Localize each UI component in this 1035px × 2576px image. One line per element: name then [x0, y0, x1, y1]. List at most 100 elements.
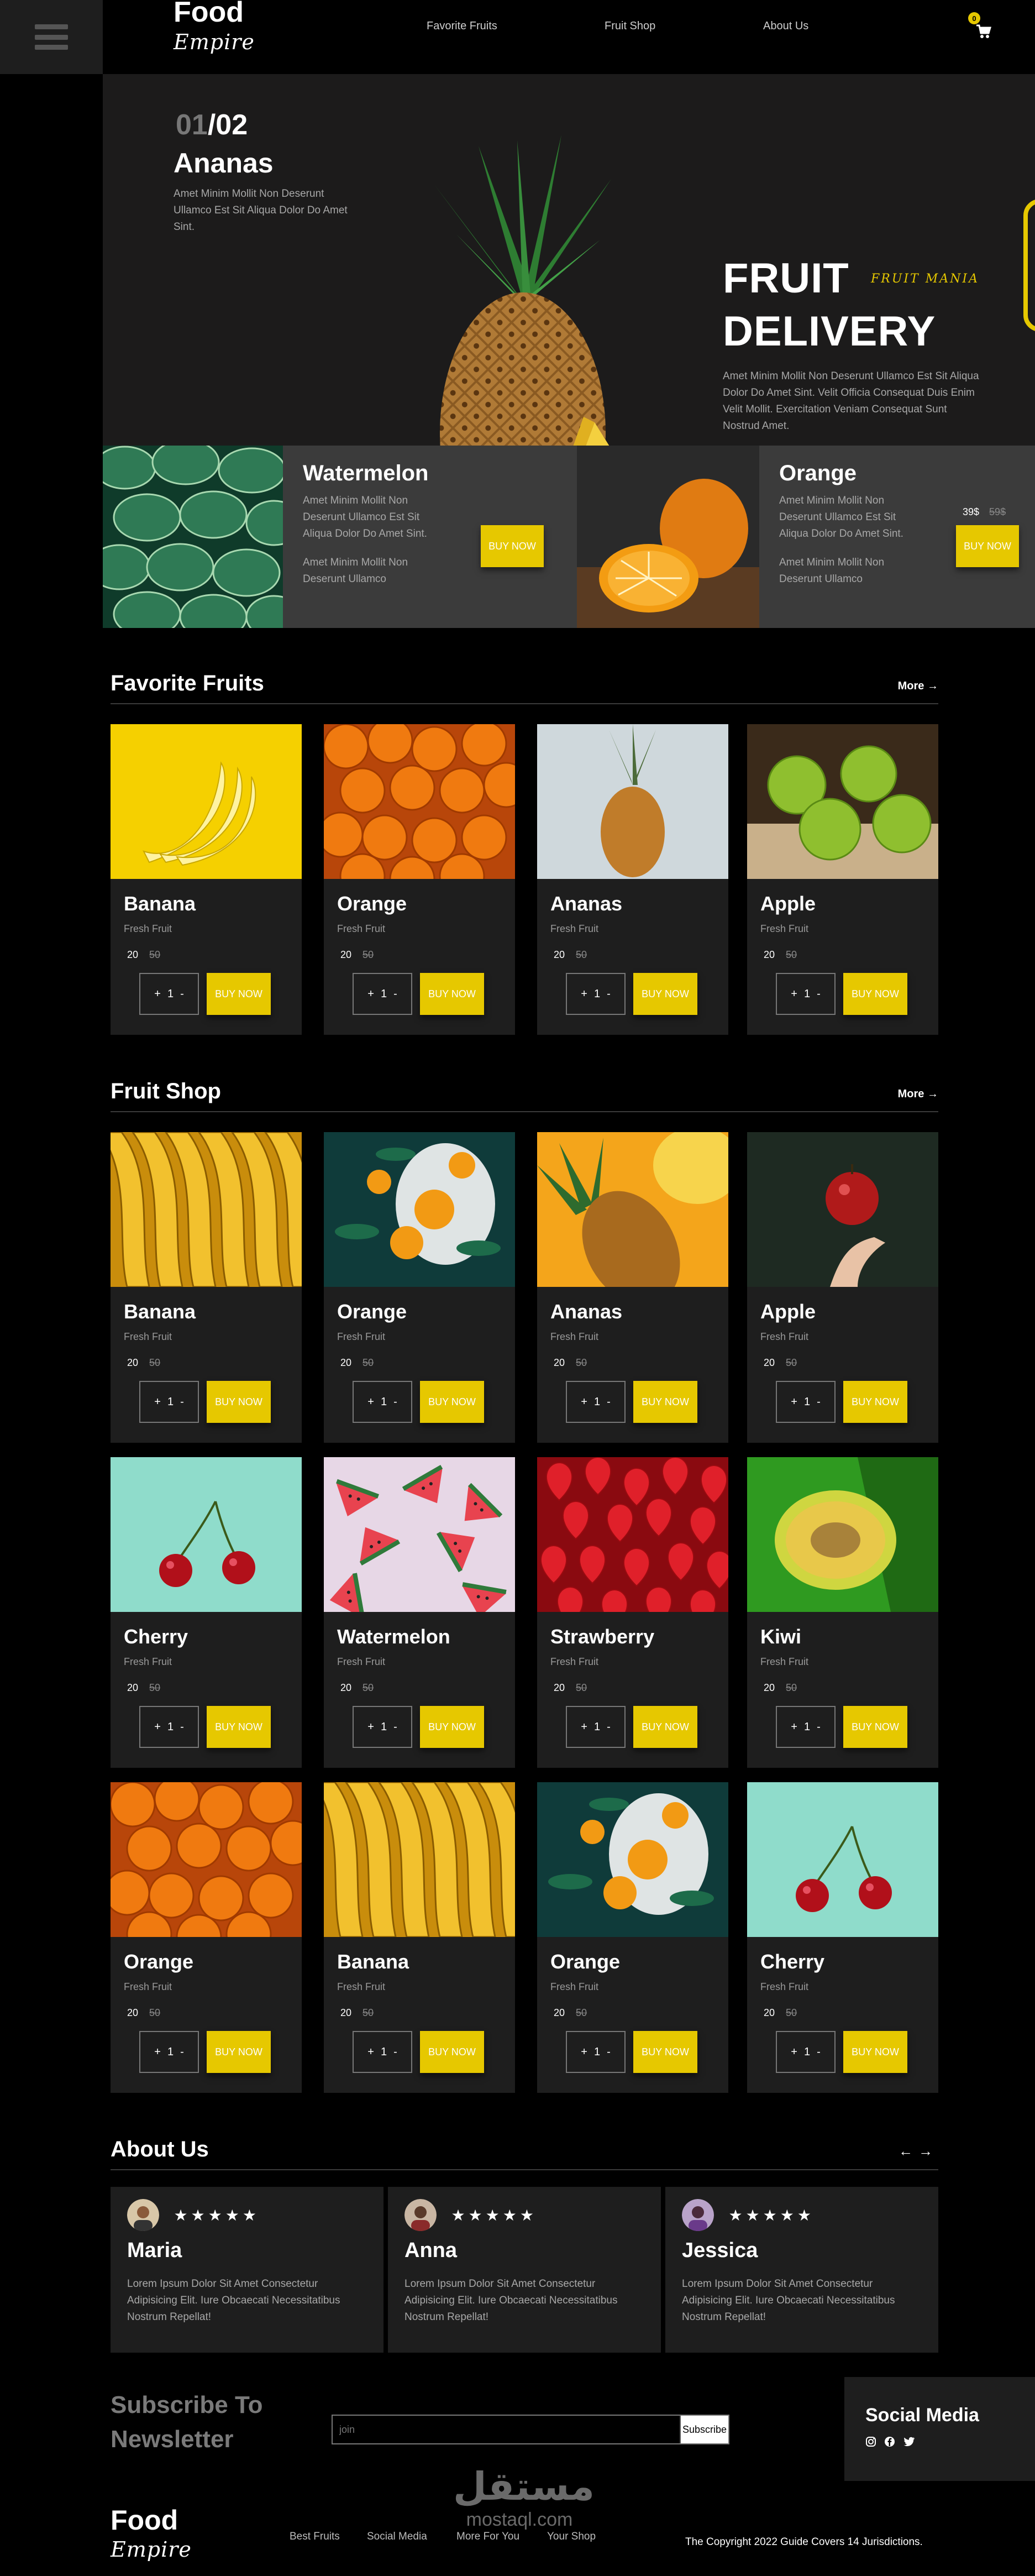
instagram-icon[interactable] — [865, 2436, 876, 2447]
buy-now-button[interactable]: BUY NOW — [843, 1381, 907, 1423]
nav-link-about-us[interactable]: About Us — [763, 20, 808, 33]
product-card: Ananas Fresh Fruit 20 50 +1- BUY NOW — [537, 1127, 742, 1443]
star-rating: ★★★★★ — [174, 2206, 260, 2224]
decrement-button[interactable]: - — [393, 2046, 397, 2059]
increment-button[interactable]: + — [581, 1396, 587, 1409]
arrow-left-icon[interactable]: ← — [899, 2143, 918, 2159]
quantity-value: 1 — [380, 2045, 387, 2058]
increment-button[interactable]: + — [367, 1721, 374, 1734]
buy-now-button[interactable]: BUY NOW — [633, 1381, 697, 1423]
buy-now-button[interactable]: BUY NOW — [207, 1706, 271, 1748]
increment-button[interactable]: + — [581, 1721, 587, 1734]
decrement-button[interactable]: - — [817, 2046, 821, 2059]
product-image[interactable] — [317, 718, 529, 902]
increment-button[interactable]: + — [367, 988, 374, 1001]
product-image[interactable] — [324, 1457, 515, 1617]
subscribe-button[interactable]: Subscribe — [680, 2416, 728, 2443]
increment-button[interactable]: + — [154, 1396, 161, 1409]
decrement-button[interactable]: - — [817, 988, 821, 1001]
quantity-value: 1 — [380, 1395, 387, 1408]
increment-button[interactable]: + — [791, 1396, 797, 1409]
newsletter-email-input[interactable] — [333, 2416, 680, 2443]
footer-logo[interactable]: Food Empire — [111, 2504, 192, 2562]
product-image[interactable] — [747, 1457, 938, 1612]
buy-now-button[interactable]: BUY NOW — [843, 973, 907, 1015]
more-link[interactable]: More → — [898, 1088, 938, 1101]
buy-now-button[interactable]: BUY NOW — [207, 973, 271, 1015]
site-logo[interactable]: Food Empire — [174, 0, 255, 54]
increment-button[interactable]: + — [367, 2046, 374, 2059]
decrement-button[interactable]: - — [607, 1396, 611, 1409]
increment-button[interactable]: + — [581, 988, 587, 1001]
buy-now-button[interactable]: BUY NOW — [420, 2031, 484, 2073]
product-image[interactable] — [111, 724, 302, 879]
arrow-right-icon[interactable]: → — [918, 2143, 938, 2159]
product-image[interactable] — [104, 1776, 316, 1960]
nav-link-fruit-shop[interactable]: Fruit Shop — [605, 20, 655, 33]
decrement-button[interactable]: - — [393, 1396, 397, 1409]
decrement-button[interactable]: - — [607, 988, 611, 1001]
mostaql-watermark: مستقل mostaql.com — [453, 2464, 595, 2531]
decrement-button[interactable]: - — [607, 2046, 611, 2059]
buy-now-button[interactable]: BUY NOW — [956, 525, 1019, 567]
twitter-icon[interactable] — [903, 2436, 915, 2447]
decrement-button[interactable]: - — [607, 1721, 611, 1734]
product-image[interactable] — [747, 1782, 938, 1937]
buy-now-button[interactable]: BUY NOW — [420, 1381, 484, 1423]
decrement-button[interactable]: - — [180, 1721, 184, 1734]
cart-button[interactable]: 0 — [968, 12, 992, 40]
buy-now-button[interactable]: BUY NOW — [633, 973, 697, 1015]
product-image[interactable] — [747, 724, 938, 879]
buy-now-button[interactable]: BUY NOW — [207, 2031, 271, 2073]
increment-button[interactable]: + — [791, 1721, 797, 1734]
orange-image — [577, 446, 759, 628]
price: 20 — [554, 1357, 565, 1368]
product-price: 20 50 — [127, 949, 160, 961]
increment-button[interactable]: + — [154, 1721, 161, 1734]
decrement-button[interactable]: - — [393, 1721, 397, 1734]
decrement-button[interactable]: - — [180, 1396, 184, 1409]
increment-button[interactable]: + — [154, 2046, 161, 2059]
product-image[interactable] — [537, 1127, 742, 1306]
product-name: Banana — [124, 892, 196, 915]
slider-handle[interactable] — [1023, 199, 1035, 332]
buy-now-button[interactable]: BUY NOW — [633, 1706, 697, 1748]
buy-now-button[interactable]: BUY NOW — [207, 1381, 271, 1423]
buy-now-button[interactable]: BUY NOW — [420, 1706, 484, 1748]
product-image[interactable] — [747, 1132, 938, 1287]
more-link[interactable]: More → — [898, 680, 938, 693]
product-image[interactable] — [324, 1132, 515, 1287]
buy-now-button[interactable]: BUY NOW — [420, 973, 484, 1015]
product-image[interactable] — [111, 1457, 302, 1612]
decrement-button[interactable]: - — [180, 988, 184, 1001]
hamburger-icon — [35, 24, 68, 50]
footer-link-more-for-you[interactable]: More For You — [456, 2531, 519, 2543]
quantity-value: 1 — [593, 1395, 601, 1408]
nav-link-favorite-fruits[interactable]: Favorite Fruits — [427, 20, 497, 33]
buy-now-button[interactable]: BUY NOW — [481, 525, 544, 567]
facebook-icon[interactable] — [884, 2436, 895, 2447]
increment-button[interactable]: + — [367, 1396, 374, 1409]
decrement-button[interactable]: - — [817, 1396, 821, 1409]
footer-link-social-media[interactable]: Social Media — [367, 2531, 427, 2543]
product-image[interactable] — [537, 724, 728, 879]
product-image[interactable] — [98, 1131, 316, 1288]
buy-now-button[interactable]: BUY NOW — [843, 2031, 907, 2073]
decrement-button[interactable]: - — [180, 2046, 184, 2059]
decrement-button[interactable]: - — [817, 1721, 821, 1734]
footer-link-best-fruits[interactable]: Best Fruits — [290, 2531, 340, 2543]
decrement-button[interactable]: - — [393, 988, 397, 1001]
testimonial-name: Maria — [127, 2239, 182, 2262]
menu-button[interactable] — [0, 0, 103, 74]
increment-button[interactable]: + — [581, 2046, 587, 2059]
increment-button[interactable]: + — [791, 988, 797, 1001]
product-image[interactable] — [537, 1456, 733, 1629]
product-image[interactable] — [311, 1781, 529, 1938]
product-name: Banana — [337, 1950, 409, 1973]
product-image[interactable] — [537, 1782, 728, 1937]
increment-button[interactable]: + — [154, 988, 161, 1001]
footer-link-your-shop[interactable]: Your Shop — [547, 2531, 596, 2543]
increment-button[interactable]: + — [791, 2046, 797, 2059]
buy-now-button[interactable]: BUY NOW — [843, 1706, 907, 1748]
buy-now-button[interactable]: BUY NOW — [633, 2031, 697, 2073]
